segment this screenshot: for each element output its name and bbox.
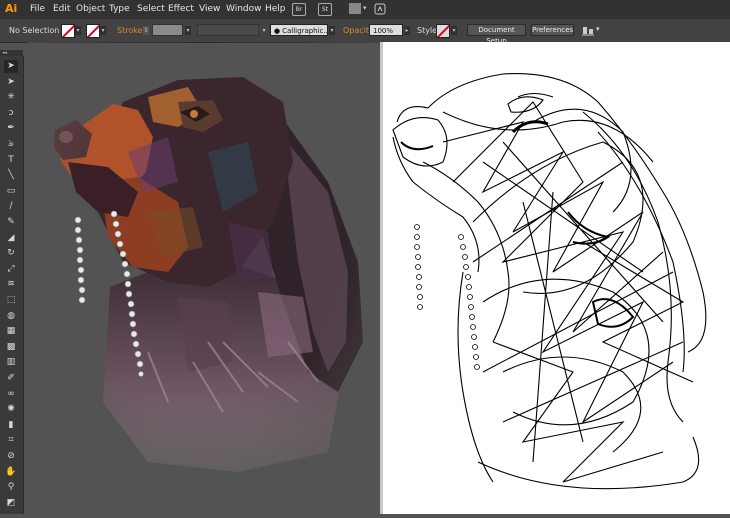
zoom-tool-icon[interactable]: ⚲ <box>4 481 18 494</box>
artboard-tool-icon[interactable]: ⌗ <box>4 434 18 447</box>
variable-width-profile[interactable] <box>197 24 259 36</box>
panel-menu-icon[interactable]: ▾ <box>596 25 600 33</box>
stroke-dropdown[interactable]: ▾ <box>100 26 106 35</box>
opacity-field[interactable]: 100% <box>369 24 403 36</box>
scale-tool-icon[interactable]: ⤢ <box>4 263 18 276</box>
curvature-tool-icon[interactable]: ঌ <box>4 138 18 151</box>
align-icon[interactable] <box>582 25 594 36</box>
line-art-artboard <box>383 42 730 514</box>
menu-select[interactable]: Select <box>137 4 165 14</box>
illustrator-logo: Ai <box>5 2 18 15</box>
brush-dropdown[interactable]: ▾ <box>329 26 335 35</box>
fill-stroke-swatch[interactable]: ◩ <box>4 497 18 510</box>
pen-tool-icon[interactable]: ✒ <box>4 122 18 135</box>
stroke-weight-field[interactable] <box>152 24 183 36</box>
free-transform-tool-icon[interactable]: ⬚ <box>4 294 18 307</box>
colored-dog-illustration <box>28 42 383 514</box>
stock-icon[interactable]: St <box>318 3 332 16</box>
arrange-documents-icon[interactable] <box>349 3 361 14</box>
menu-window[interactable]: Window <box>226 4 262 14</box>
menu-file[interactable]: File <box>30 4 45 14</box>
paintbrush-tool-icon[interactable]: ∕ <box>4 200 18 213</box>
menu-help[interactable]: Help <box>265 4 286 14</box>
slice-tool-icon[interactable]: ⊘ <box>4 450 18 463</box>
menu-view[interactable]: View <box>199 4 220 14</box>
menu-bar: Ai File Edit Object Type Select Effect V… <box>0 0 730 19</box>
panel-grip[interactable]: ◂◂ <box>0 50 23 56</box>
hand-tool-icon[interactable]: ✋ <box>4 466 18 479</box>
bridge-icon[interactable]: Br <box>292 3 306 16</box>
eraser-tool-icon[interactable]: ◢ <box>4 232 18 245</box>
menu-edit[interactable]: Edit <box>53 4 70 14</box>
brush-definition-field[interactable]: ● Calligraphic... <box>270 24 331 36</box>
gpu-performance-icon[interactable] <box>374 3 386 15</box>
preferences-button[interactable]: Preferences <box>531 24 574 36</box>
perspective-grid-tool-icon[interactable]: ▦ <box>4 325 18 338</box>
width-tool-icon[interactable]: ≋ <box>4 278 18 291</box>
blend-tool-icon[interactable]: ∞ <box>4 388 18 401</box>
lasso-tool-icon[interactable]: ↄ <box>4 107 18 120</box>
control-bar: No Selection ▾ ▾ Stroke ⇕ ▾ ▾ ● Calligrap… <box>0 19 730 45</box>
style-dropdown[interactable]: ▾ <box>451 26 457 35</box>
column-graph-tool-icon[interactable]: ▮ <box>4 419 18 432</box>
type-tool-icon[interactable]: T <box>4 154 18 167</box>
rectangle-tool-icon[interactable]: ▭ <box>4 185 18 198</box>
style-swatch[interactable] <box>436 24 450 38</box>
rotate-tool-icon[interactable]: ↻ <box>4 247 18 260</box>
menu-object[interactable]: Object <box>76 4 105 14</box>
menu-effect[interactable]: Effect <box>168 4 194 14</box>
selection-tool-icon[interactable]: ➤ <box>4 60 18 73</box>
magic-wand-tool-icon[interactable]: ✳ <box>4 91 18 104</box>
stroke-label[interactable]: Stroke <box>117 26 143 35</box>
profile-dropdown[interactable]: ▾ <box>261 26 267 35</box>
fill-swatch[interactable] <box>61 24 75 38</box>
sketch-dog-lineart <box>392 73 707 490</box>
fill-dropdown[interactable]: ▾ <box>75 26 81 35</box>
pencil-tool-icon[interactable]: ✎ <box>4 216 18 229</box>
brush-definition-value: Calligraphic... <box>282 27 331 35</box>
eyedropper-tool-icon[interactable]: ✐ <box>4 372 18 385</box>
stroke-weight-dropdown[interactable]: ▾ <box>185 26 191 35</box>
stroke-swatch[interactable] <box>86 24 100 38</box>
opacity-dropdown[interactable]: ▸ <box>404 26 410 35</box>
mesh-tool-icon[interactable]: ▩ <box>4 341 18 354</box>
selection-status: No Selection <box>9 26 60 35</box>
chevron-down-icon[interactable]: ▾ <box>363 4 367 12</box>
document-setup-button[interactable]: Document Setup <box>467 24 526 45</box>
line-segment-tool-icon[interactable]: ╲ <box>4 169 18 182</box>
stroke-weight-stepper[interactable]: ⇕ <box>143 26 149 35</box>
shape-builder-tool-icon[interactable]: ◍ <box>4 310 18 323</box>
tools-panel: ◂◂ ➤ ➤ ✳ ↄ ✒ ঌ T ╲ ▭ ∕ ✎ ◢ ↻ ⤢ ≋ ⬚ ◍ ▦ ▩ ▥ ✐ ∞ ✺ ▮ ⌗ ⊘ ✋ ⚲ ◩ <box>0 50 24 514</box>
direct-selection-tool-icon[interactable]: ➤ <box>4 76 18 89</box>
gradient-tool-icon[interactable]: ▥ <box>4 356 18 369</box>
menu-type[interactable]: Type <box>109 4 130 14</box>
symbol-sprayer-tool-icon[interactable]: ✺ <box>4 403 18 416</box>
